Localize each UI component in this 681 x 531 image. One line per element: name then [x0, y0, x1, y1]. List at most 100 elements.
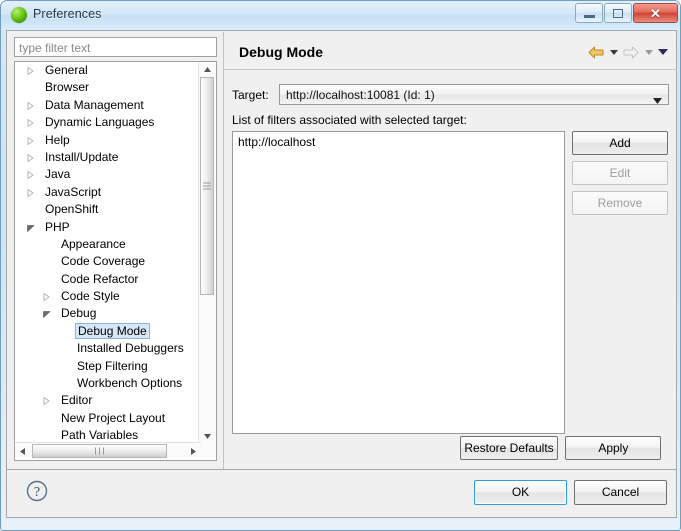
filter-list-item[interactable]: http://localhost	[233, 132, 564, 149]
tree-expand-collapsed-icon[interactable]	[43, 293, 50, 302]
tree-item-help[interactable]: Help	[15, 132, 201, 149]
tree-item-workbench-options[interactable]: Workbench Options	[15, 375, 201, 392]
preferences-tree: General Browser Data Management Dynamic Lan…	[14, 61, 217, 461]
tree-item-php[interactable]: PHP	[15, 219, 201, 236]
tree-item-installed-debuggers[interactable]: Installed Debuggers	[15, 340, 201, 357]
scroll-up-button[interactable]	[199, 62, 216, 77]
page-title: Debug Mode	[239, 44, 323, 60]
tree-item-dynamic-languages[interactable]: Dynamic Languages	[15, 114, 201, 131]
tree-expand-collapsed-icon[interactable]	[43, 397, 50, 406]
back-arrow-icon[interactable]	[587, 44, 605, 60]
tree-item-label: Java	[45, 167, 71, 182]
help-question-icon[interactable]: ?	[25, 479, 49, 503]
filter-actions: Add Edit Remove	[572, 131, 668, 215]
minimize-button[interactable]	[575, 3, 603, 23]
view-menu-icon[interactable]	[657, 45, 668, 59]
tree-item-new-project-layout[interactable]: New Project Layout	[15, 410, 201, 427]
tree-item-editor[interactable]: Editor	[15, 392, 201, 409]
tree-item-label: PHP	[45, 219, 70, 234]
remove-filter-button: Remove	[572, 191, 668, 215]
page-separator	[224, 69, 677, 70]
tree-item-label: Code Refactor	[61, 271, 139, 286]
tree-item-label: Appearance	[61, 236, 126, 251]
tree-vertical-scrollbar[interactable]	[198, 62, 216, 444]
window-controls: ✕	[575, 3, 678, 23]
filters-list[interactable]: http://localhost	[232, 131, 565, 434]
tree-item-label: OpenShift	[45, 202, 99, 217]
tree-item-label: Browser	[45, 80, 90, 95]
tree-item-label: Step Filtering	[77, 358, 148, 373]
svg-text:?: ?	[34, 485, 40, 500]
scroll-grip-icon	[203, 181, 211, 192]
tree-item-label: Code Style	[61, 289, 120, 304]
maximize-button[interactable]	[604, 3, 632, 23]
preference-page: Debug Mode Target: http://localhost:1008…	[223, 32, 677, 469]
tree-item-label: Help	[45, 132, 70, 147]
tree-item-label: Debug	[61, 306, 97, 321]
scroll-left-button[interactable]	[15, 443, 30, 460]
tree-item-label: Editor	[61, 393, 93, 408]
add-filter-button[interactable]: Add	[572, 131, 668, 155]
back-dropdown-icon[interactable]	[608, 45, 619, 59]
tree-item-label: Dynamic Languages	[45, 115, 155, 130]
tree-item-label: Code Coverage	[61, 254, 146, 269]
tree-item-debug[interactable]: Debug	[15, 305, 201, 322]
tree-item-label: Workbench Options	[77, 376, 183, 391]
tree-expand-collapsed-icon[interactable]	[27, 136, 34, 145]
tree-item-browser[interactable]: Browser	[15, 79, 201, 96]
footer-buttons: OK Cancel	[474, 480, 667, 505]
tree-expand-expanded-icon[interactable]	[27, 224, 35, 232]
tree-item-label: JavaScript	[45, 184, 102, 199]
tree-item-appearance[interactable]: Appearance	[15, 236, 201, 253]
tree-item-general[interactable]: General	[15, 62, 201, 79]
apply-button[interactable]: Apply	[565, 436, 662, 460]
caret-down-icon	[204, 434, 211, 439]
tree-item-code-refactor[interactable]: Code Refactor	[15, 271, 201, 288]
window-title: Preferences	[33, 7, 102, 21]
green-sphere-icon	[11, 7, 27, 23]
tree-expand-collapsed-icon[interactable]	[27, 67, 34, 75]
vertical-scroll-thumb[interactable]	[200, 77, 214, 295]
chevron-down-icon	[653, 93, 662, 107]
target-combobox[interactable]: http://localhost:10081 (Id: 1)	[279, 84, 669, 105]
tree-item-install-update[interactable]: Install/Update	[15, 149, 201, 166]
caret-right-icon	[191, 448, 196, 455]
tree-item-openshift[interactable]: OpenShift	[15, 201, 201, 218]
tree-expand-collapsed-icon[interactable]	[27, 153, 34, 162]
cancel-button[interactable]: Cancel	[574, 480, 667, 505]
tree-horizontal-scrollbar[interactable]	[15, 442, 201, 460]
tree-expand-expanded-icon[interactable]	[43, 311, 51, 319]
tree-item-label: Data Management	[45, 97, 144, 112]
tree-expand-collapsed-icon[interactable]	[27, 171, 34, 180]
target-label: Target:	[232, 88, 269, 102]
tree-expand-collapsed-icon[interactable]	[27, 188, 34, 197]
tree-item-code-coverage[interactable]: Code Coverage	[15, 253, 201, 270]
minimize-icon	[583, 14, 595, 18]
forward-dropdown-icon	[643, 45, 654, 59]
scroll-down-button[interactable]	[199, 429, 216, 444]
restore-defaults-button[interactable]: Restore Defaults	[460, 436, 558, 460]
horizontal-scroll-thumb[interactable]	[32, 444, 167, 458]
tree-item-step-filtering[interactable]: Step Filtering	[15, 358, 201, 375]
tree-item-data-management[interactable]: Data Management	[15, 97, 201, 114]
ok-button[interactable]: OK	[474, 480, 567, 505]
tree-item-debug-mode[interactable]: Debug Mode	[15, 322, 201, 340]
tree-item-javascript[interactable]: JavaScript	[15, 184, 201, 201]
target-row: Target: http://localhost:10081 (Id: 1)	[232, 84, 669, 106]
tree-expand-collapsed-icon[interactable]	[27, 119, 34, 128]
tree-item-label: Installed Debuggers	[77, 341, 184, 356]
tree-expand-collapsed-icon[interactable]	[27, 101, 34, 110]
close-button[interactable]: ✕	[633, 3, 678, 23]
tree-item-label: New Project Layout	[61, 410, 166, 425]
close-icon: ✕	[650, 5, 661, 21]
tree-item-code-style[interactable]: Code Style	[15, 288, 201, 305]
tree-items-container: General Browser Data Management Dynamic Lan…	[15, 62, 201, 444]
maximize-icon	[613, 8, 623, 18]
dialog-footer: ? OK Cancel	[6, 470, 677, 518]
preferences-window: Preferences ✕ General Browser Data Managem…	[0, 0, 681, 531]
dialog-body: General Browser Data Management Dynamic Lan…	[6, 30, 677, 470]
scroll-grip-icon	[94, 447, 106, 455]
tree-item-java[interactable]: Java	[15, 166, 201, 183]
tree-item-label: Install/Update	[45, 149, 119, 164]
filter-input[interactable]	[14, 37, 217, 57]
